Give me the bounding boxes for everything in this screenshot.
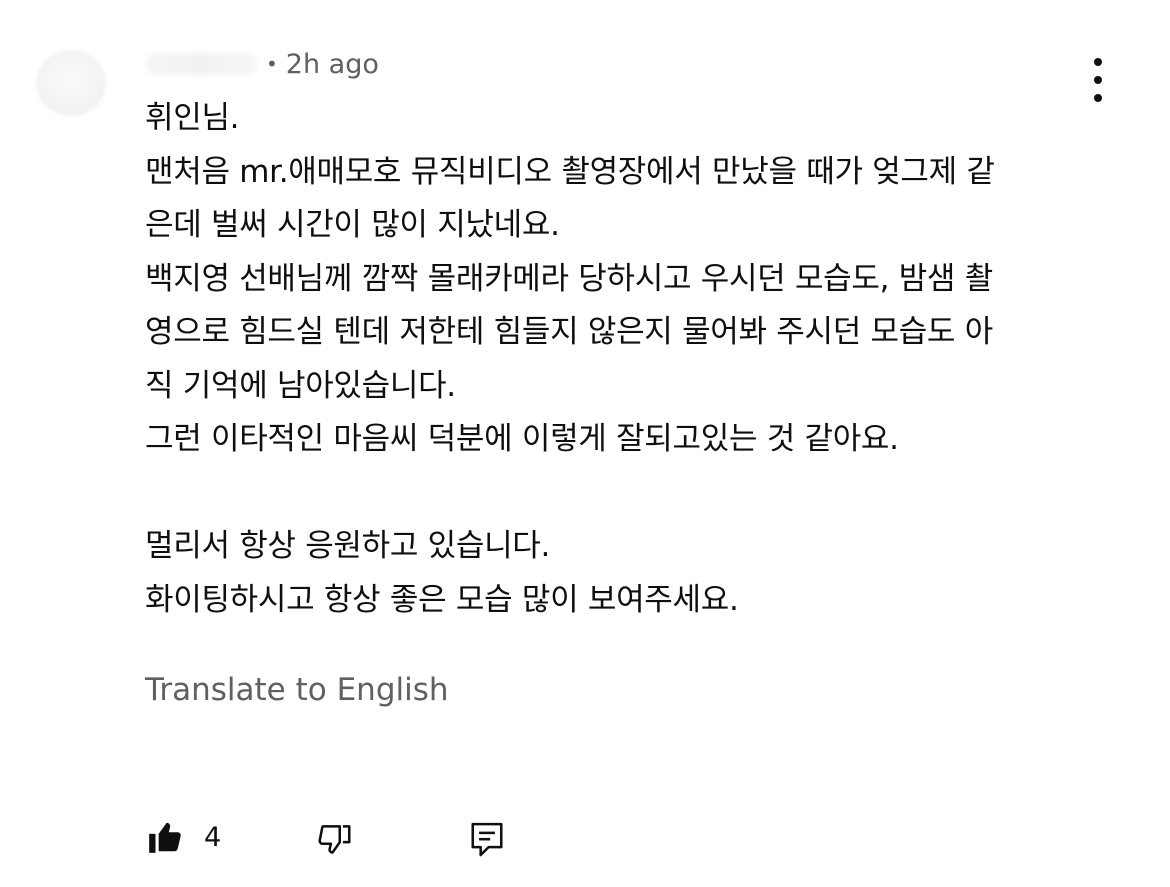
comment-line: 멀리서 항상 응원하고 있습니다. xyxy=(145,528,551,564)
comment-line: 영으로 힘드실 텐데 저한테 힘들지 않은지 물어봐 주시던 모습도 아 xyxy=(145,314,993,350)
comment-line: 화이팅하시고 항상 좋은 모습 많이 보여주세요. xyxy=(145,581,739,618)
comment-line: 휘인님. xyxy=(145,100,240,136)
avatar[interactable] xyxy=(36,50,106,116)
like-count: 4 xyxy=(204,821,222,853)
like-button[interactable]: 4 xyxy=(146,818,221,856)
reply-comment-icon xyxy=(471,822,503,857)
author-name-redacted[interactable] xyxy=(146,53,258,75)
comment-line: 직 기억에 남아있습니다. xyxy=(145,367,456,404)
comment-timestamp[interactable]: 2h ago xyxy=(286,49,379,80)
dislike-button[interactable] xyxy=(316,820,354,862)
translate-link[interactable]: Translate to English xyxy=(145,672,449,708)
comment-actions: 4 xyxy=(146,816,566,866)
comment-card: • 2h ago 휘인님. 맨처음 mr.애매모호 뮤직비디오 촬영장에서 만났… xyxy=(0,0,1170,887)
thumbs-up-filled-icon xyxy=(149,822,181,853)
comment-header: • 2h ago xyxy=(146,44,379,84)
comment-line: 맨처음 mr.애매모호 뮤직비디오 촬영장에서 만났을 때가 엊그제 같 xyxy=(145,153,995,190)
separator-dot: • xyxy=(266,52,278,76)
comment-line: 백지영 선배님께 깜짝 몰래카메라 당하시고 우시던 모습도, 밤샘 촬 xyxy=(145,260,993,297)
comment-line: 은데 벌써 시간이 많이 지났네요. xyxy=(145,207,560,243)
comment-text: 휘인님. 맨처음 mr.애매모호 뮤직비디오 촬영장에서 만났을 때가 엊그제 … xyxy=(145,92,1085,627)
comment-line: 그런 이타적인 마음씨 덕분에 이렇게 잘되고있는 것 같아요. xyxy=(145,421,899,457)
thumbs-down-outline-icon xyxy=(318,825,351,854)
more-vertical-icon-dot xyxy=(1094,58,1102,66)
more-vertical-icon-dot xyxy=(1094,94,1102,102)
reply-button[interactable] xyxy=(468,820,506,864)
more-vertical-icon-dot xyxy=(1094,76,1102,84)
more-options-button[interactable] xyxy=(1080,58,1116,102)
